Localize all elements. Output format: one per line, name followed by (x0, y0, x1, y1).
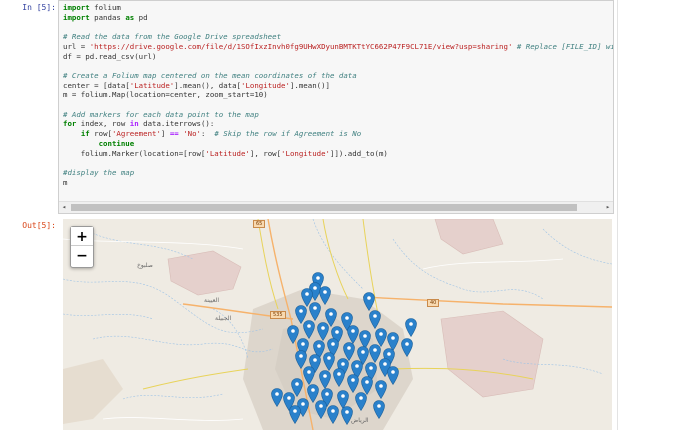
scroll-left-arrow[interactable]: ◂ (59, 202, 69, 213)
map-marker-icon[interactable] (405, 318, 417, 337)
code-editor[interactable]: import folium import pandas as pd # Read … (63, 3, 614, 187)
map-marker-icon[interactable] (363, 292, 375, 311)
road-shield: 40 (427, 299, 440, 307)
input-prompt: In [5]: (22, 3, 56, 12)
right-gutter (617, 0, 680, 430)
map-marker-icon[interactable] (327, 405, 339, 424)
map-town-label: العيينة (204, 297, 220, 304)
map-marker-icon[interactable] (375, 380, 387, 399)
map-marker-icon[interactable] (387, 366, 399, 385)
code-line: # Create a Folium map centered on the me… (63, 70, 357, 80)
zoom-out-button[interactable]: − (71, 246, 93, 266)
code-line: if row['Agreement'] == 'No': # Skip the … (80, 129, 362, 139)
map-town-label: الرياض (351, 417, 369, 424)
map-marker-icon[interactable] (355, 392, 367, 411)
code-line: m (63, 177, 68, 187)
zoom-in-button[interactable]: + (71, 227, 93, 246)
road-shield: 65 (253, 220, 266, 228)
code-line: import folium (63, 3, 121, 12)
output-prompt: Out[5]: (22, 221, 56, 230)
zoom-control: + − (70, 226, 94, 268)
map-marker-icon[interactable] (303, 366, 315, 385)
scroll-right-arrow[interactable]: ▸ (603, 202, 613, 213)
map-marker-icon[interactable] (315, 400, 327, 419)
map-marker-icon[interactable] (341, 406, 353, 425)
scrollbar-thumb[interactable] (71, 204, 577, 211)
code-line: # Read the data from the Google Drive sp… (63, 32, 282, 42)
map-marker-icon[interactable] (289, 405, 301, 424)
map-marker-icon[interactable] (271, 388, 283, 407)
code-line: folium.Marker(location=[row['Latitude'],… (63, 148, 388, 158)
code-cell[interactable]: import folium import pandas as pd # Read … (58, 0, 614, 214)
code-line: m = folium.Map(location=center, zoom_sta… (63, 90, 268, 100)
road-shield: 535 (270, 311, 286, 319)
map-marker-icon[interactable] (319, 370, 331, 389)
map-marker-icon[interactable] (309, 302, 321, 321)
code-line: center = [data['Latitude'].mean(), data[… (63, 80, 330, 90)
map-marker-icon[interactable] (369, 310, 381, 329)
horizontal-scrollbar[interactable]: ◂ ▸ (59, 201, 613, 213)
map-marker-icon[interactable] (303, 320, 315, 339)
map-marker-icon[interactable] (373, 400, 385, 419)
folium-map[interactable]: صلبوخ العيينة الجبيلة الرياض 65 535 40 +… (63, 219, 612, 430)
map-town-label: صلبوخ (137, 262, 153, 269)
code-line: #display the map (63, 167, 135, 177)
map-marker-icon[interactable] (333, 368, 345, 387)
code-line: df = pd.read_csv(url) (63, 51, 157, 61)
code-line: for index, row in data.iterrows(): (63, 119, 215, 129)
map-marker-icon[interactable] (401, 338, 413, 357)
code-line: import pandas as pd (63, 12, 148, 22)
map-town-label: الجبيلة (215, 315, 232, 322)
code-line: # Add markers for each data point to the… (63, 109, 259, 119)
code-line: url = 'https://drive.google.com/file/d/1… (63, 41, 614, 51)
code-line: continue (98, 138, 135, 148)
